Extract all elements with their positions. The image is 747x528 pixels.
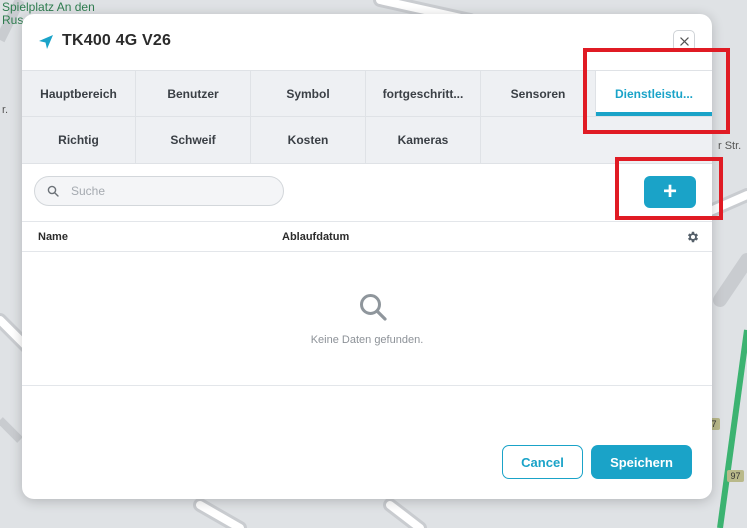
tab-richtig[interactable]: Richtig — [22, 117, 136, 163]
navigation-arrow-icon — [39, 35, 53, 49]
map-street-label-left: r. — [2, 104, 9, 116]
table-header: Name Ablaufdatum — [22, 221, 712, 252]
highlight-box-tab — [583, 48, 730, 134]
road-number-badge-2: 97 — [727, 470, 744, 482]
column-header-name[interactable]: Name — [38, 231, 68, 243]
tab-benutzer[interactable]: Benutzer — [136, 71, 251, 117]
tab-kameras[interactable]: Kameras — [366, 117, 481, 163]
map-street-label: r Str. — [718, 140, 742, 152]
tab-kosten[interactable]: Kosten — [251, 117, 366, 163]
tab-hauptbereich[interactable]: Hauptbereich — [22, 71, 136, 117]
highlight-box-add-button — [615, 157, 723, 220]
column-header-expiry[interactable]: Ablaufdatum — [282, 231, 349, 243]
search-icon — [47, 185, 59, 197]
close-icon — [679, 36, 689, 46]
empty-message: Keine Daten gefunden. — [310, 334, 424, 346]
save-button[interactable]: Speichern — [591, 445, 692, 479]
search-field[interactable] — [34, 176, 284, 206]
tab-fortgeschritten[interactable]: fortgeschritt... — [366, 71, 481, 117]
tab-symbol[interactable]: Symbol — [251, 71, 366, 117]
search-icon — [360, 294, 387, 321]
tab-schweif[interactable]: Schweif — [136, 117, 251, 163]
table-empty-state: Keine Daten gefunden. — [22, 252, 712, 386]
dialog-title: TK400 4G V26 — [62, 32, 172, 49]
gear-icon[interactable] — [686, 230, 700, 244]
cancel-button[interactable]: Cancel — [502, 445, 583, 479]
tab-sensoren[interactable]: Sensoren — [481, 71, 596, 117]
search-input[interactable] — [71, 184, 271, 198]
